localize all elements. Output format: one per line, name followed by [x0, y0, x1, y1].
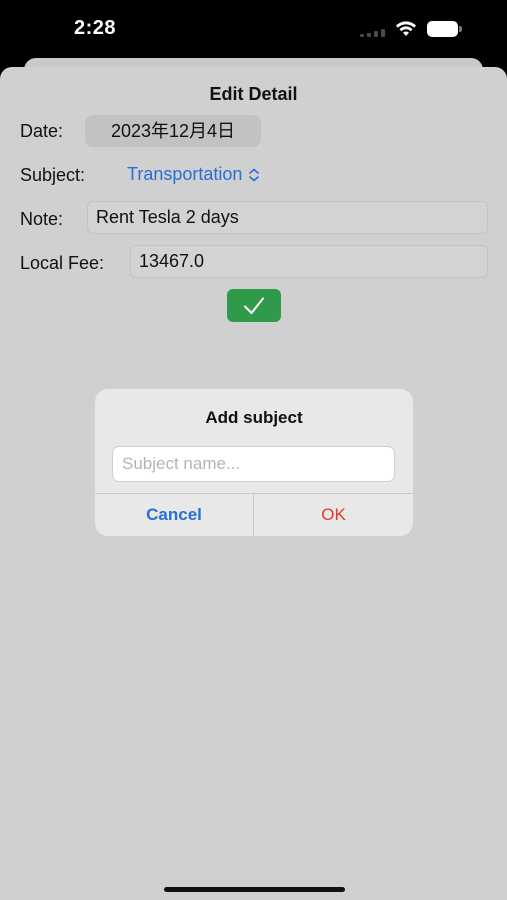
local-fee-field[interactable]: 13467.0	[130, 245, 488, 278]
subject-name-input[interactable]	[112, 446, 395, 482]
note-label: Note:	[20, 209, 64, 229]
subject-value: Transportation	[127, 164, 243, 184]
home-indicator	[164, 887, 345, 892]
checkmark-icon	[244, 297, 264, 314]
battery-icon	[427, 21, 462, 37]
confirm-button[interactable]	[227, 289, 281, 322]
date-label: Date:	[20, 121, 64, 141]
local-fee-label: Local Fee:	[20, 253, 105, 273]
status-bar: 2:28	[0, 0, 507, 58]
chevron-up-down-icon	[249, 168, 260, 181]
date-picker[interactable]: 2023年12月4日	[85, 115, 261, 147]
wifi-icon	[396, 21, 416, 36]
cancel-button[interactable]: Cancel	[95, 493, 253, 536]
status-time: 2:28	[74, 17, 117, 39]
add-subject-alert: Add subject Cancel OK	[95, 389, 413, 536]
cellular-signal-icon	[360, 29, 386, 37]
page-title: Edit Detail	[209, 84, 298, 104]
subject-picker[interactable]: Transportation	[127, 164, 260, 185]
subject-label: Subject:	[20, 165, 86, 185]
alert-title: Add subject	[205, 408, 303, 427]
note-field[interactable]: Rent Tesla 2 days	[87, 201, 488, 234]
ok-button[interactable]: OK	[254, 493, 413, 536]
